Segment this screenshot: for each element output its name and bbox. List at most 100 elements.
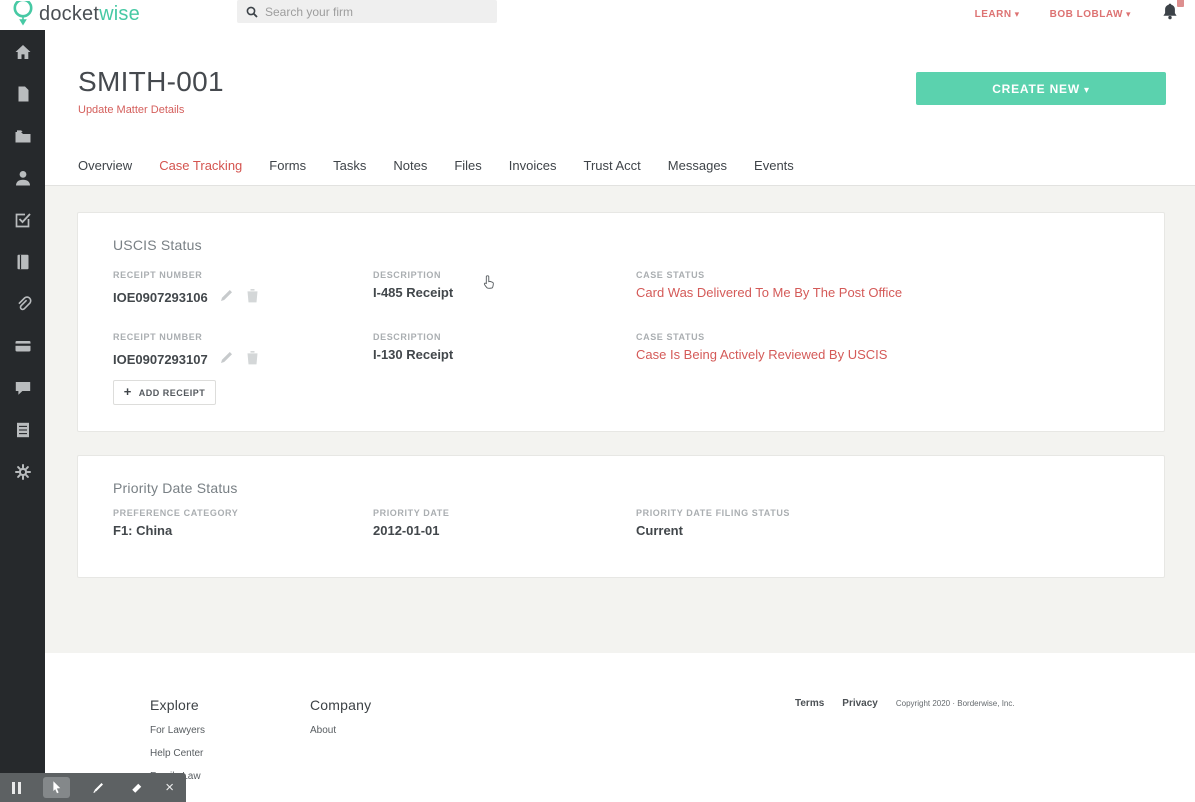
delete-receipt-button[interactable] xyxy=(246,350,259,365)
sidebar-item-contacts[interactable] xyxy=(14,169,32,187)
case-status-label: CASE STATUS xyxy=(636,270,1144,280)
learn-menu[interactable]: LEARN▾ xyxy=(975,9,1020,20)
document-icon xyxy=(14,85,32,103)
receipt-list-icon xyxy=(14,421,32,439)
sidebar-item-settings[interactable] xyxy=(14,463,32,481)
receipt-row: RECEIPT NUMBER IOE0907293106 DES xyxy=(113,270,1144,305)
preference-category-field: PREFERENCE CATEGORY F1: China xyxy=(113,508,373,538)
sidebar-item-attachments[interactable] xyxy=(14,295,32,313)
docketwise-balloon-icon xyxy=(12,1,34,27)
chevron-down-icon: ▾ xyxy=(1015,9,1020,19)
eraser-tool-button[interactable] xyxy=(128,780,144,795)
sidebar-item-billing[interactable] xyxy=(14,337,32,355)
description-field: DESCRIPTION I-485 Receipt xyxy=(373,270,636,305)
description-label: DESCRIPTION xyxy=(373,270,636,280)
sidebar-item-home[interactable] xyxy=(14,43,32,61)
search-icon xyxy=(246,6,258,18)
footer-privacy-link[interactable]: Privacy xyxy=(842,698,878,709)
tab-messages[interactable]: Messages xyxy=(668,158,727,173)
receipt-number-value: IOE0907293107 xyxy=(113,352,208,367)
tab-files[interactable]: Files xyxy=(454,158,481,173)
footer-link-about[interactable]: About xyxy=(310,725,371,736)
priority-filing-status-value: Current xyxy=(636,523,1144,538)
tab-events[interactable]: Events xyxy=(754,158,794,173)
priority-date-field: PRIORITY DATE 2012-01-01 xyxy=(373,508,636,538)
gear-icon xyxy=(14,463,32,481)
description-label: DESCRIPTION xyxy=(373,332,636,342)
edit-receipt-button[interactable] xyxy=(220,288,234,302)
edit-receipt-button[interactable] xyxy=(220,350,234,364)
preference-category-label: PREFERENCE CATEGORY xyxy=(113,508,373,518)
footer-company-column: Company About xyxy=(310,697,371,736)
priority-filing-status-field: PRIORITY DATE FILING STATUS Current xyxy=(636,508,1144,538)
matter-tabs: Overview Case Tracking Forms Tasks Notes… xyxy=(45,146,1195,186)
notebook-icon xyxy=(14,253,32,271)
home-icon xyxy=(14,43,32,61)
create-new-button[interactable]: CREATE NEW▾ xyxy=(916,72,1166,105)
topbar-right: LEARN▾ BOB LOBLAW▾ xyxy=(975,0,1179,28)
pause-button[interactable] xyxy=(12,782,21,794)
cursor-tool-button[interactable] xyxy=(43,777,70,798)
tab-tasks[interactable]: Tasks xyxy=(333,158,366,173)
uscis-status-card: USCIS Status RECEIPT NUMBER IOE090729310… xyxy=(77,212,1165,432)
hand-cursor-icon xyxy=(482,274,496,296)
footer-copyright: Copyright 2020 · Borderwise, Inc. xyxy=(896,699,1015,708)
brand-logo[interactable]: docketwise xyxy=(12,1,140,27)
preference-category-value: F1: China xyxy=(113,523,373,538)
sidebar-item-matters[interactable] xyxy=(14,127,32,145)
update-matter-details-link[interactable]: Update Matter Details xyxy=(78,104,184,116)
search-input[interactable] xyxy=(265,5,488,19)
priority-date-value: 2012-01-01 xyxy=(373,523,636,538)
sidebar-item-tasks[interactable] xyxy=(14,211,32,229)
tab-trust-acct[interactable]: Trust Acct xyxy=(583,158,640,173)
tab-invoices[interactable]: Invoices xyxy=(509,158,557,173)
case-status-link[interactable]: Case Is Being Actively Reviewed By USCIS xyxy=(636,347,1144,362)
notifications-button[interactable] xyxy=(1161,2,1179,27)
pencil-tool-button[interactable] xyxy=(91,780,106,795)
notification-badge xyxy=(1177,0,1184,7)
footer-link-for-lawyers[interactable]: For Lawyers xyxy=(150,725,205,736)
sidebar-item-documents[interactable] xyxy=(14,85,32,103)
delete-receipt-button[interactable] xyxy=(246,288,259,303)
description-field: DESCRIPTION I-130 Receipt xyxy=(373,332,636,367)
page-header: SMITH-001 Update Matter Details CREATE N… xyxy=(45,30,1195,146)
trash-icon xyxy=(246,350,259,365)
receipt-number-label: RECEIPT NUMBER xyxy=(113,270,373,280)
tab-overview[interactable]: Overview xyxy=(78,158,132,173)
sidebar-item-notes[interactable] xyxy=(14,253,32,271)
eraser-icon xyxy=(128,780,144,795)
site-footer: Explore For Lawyers Help Center Family L… xyxy=(45,653,1195,802)
footer-explore-title: Explore xyxy=(150,697,205,713)
receipt-number-label: RECEIPT NUMBER xyxy=(113,332,373,342)
main-area: SMITH-001 Update Matter Details CREATE N… xyxy=(45,30,1195,802)
sidebar-item-messages[interactable] xyxy=(14,379,32,397)
sidebar-nav xyxy=(0,30,45,802)
footer-terms-link[interactable]: Terms xyxy=(795,698,824,709)
app-window: docketwise LEARN▾ BOB LOBLAW▾ xyxy=(0,0,1195,802)
chat-icon xyxy=(14,379,32,397)
footer-link-help-center[interactable]: Help Center xyxy=(150,748,205,759)
pencil-icon xyxy=(220,288,234,302)
tab-forms[interactable]: Forms xyxy=(269,158,306,173)
case-status-link[interactable]: Card Was Delivered To Me By The Post Off… xyxy=(636,285,1144,300)
footer-explore-column: Explore For Lawyers Help Center Family L… xyxy=(150,697,205,782)
uscis-card-title: USCIS Status xyxy=(113,237,1144,253)
tab-case-tracking[interactable]: Case Tracking xyxy=(159,158,242,173)
tab-notes[interactable]: Notes xyxy=(393,158,427,173)
page-title: SMITH-001 xyxy=(78,66,224,98)
topbar: docketwise LEARN▾ BOB LOBLAW▾ xyxy=(0,0,1195,30)
paperclip-icon xyxy=(14,295,32,313)
annotation-toolbar: × xyxy=(0,773,186,802)
chevron-down-icon: ▾ xyxy=(1084,85,1090,96)
receipt-number-field: RECEIPT NUMBER IOE0907293106 xyxy=(113,270,373,305)
person-icon xyxy=(14,169,32,187)
description-value: I-130 Receipt xyxy=(373,347,636,362)
close-toolbar-button[interactable]: × xyxy=(165,780,174,795)
sidebar-item-invoices[interactable] xyxy=(14,421,32,439)
chevron-down-icon: ▾ xyxy=(1126,9,1131,19)
user-menu[interactable]: BOB LOBLAW▾ xyxy=(1050,9,1131,20)
add-receipt-button[interactable]: + ADD RECEIPT xyxy=(113,380,216,405)
brand-name: docketwise xyxy=(39,3,140,26)
footer-company-title: Company xyxy=(310,697,371,713)
plus-icon: + xyxy=(124,384,132,399)
